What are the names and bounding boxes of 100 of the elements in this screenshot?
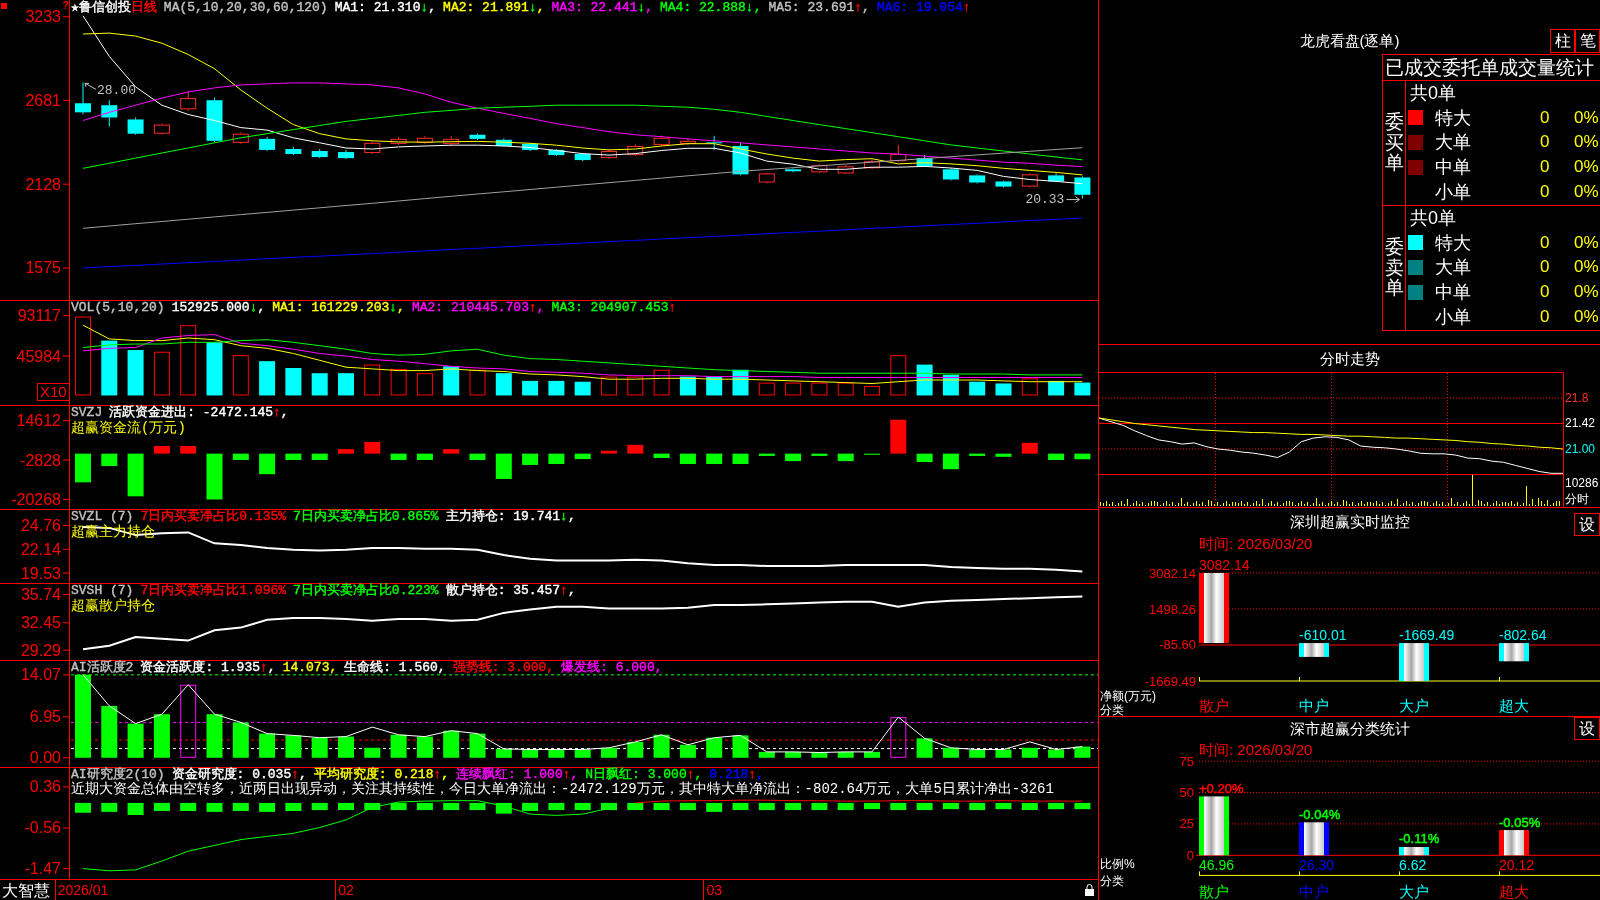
axis-label: 21.00 [1565, 442, 1596, 456]
annotation: 20.33 [1025, 192, 1065, 208]
low-price-label: 20.33 [1025, 192, 1080, 208]
axis-label: 21.8 [1565, 391, 1589, 405]
value-label: 3082.14 [1199, 557, 1250, 573]
axis-label: -0.56 [24, 819, 61, 837]
legend-text: MA1: 161229.203↓, [272, 301, 405, 315]
period-label: 日线 [130, 0, 157, 15]
value-label: -1669.49 [1399, 627, 1455, 644]
axis-label: -1.47 [24, 860, 61, 878]
legend-text: 资金研究度: 0.035↑, [171, 768, 307, 782]
legend-text: 资金活跃度: 1.935↑, [140, 661, 276, 675]
section-label: 委买单 [1384, 111, 1404, 175]
order-count: 0 [1540, 232, 1550, 253]
axis-label: 93117 [17, 307, 61, 325]
axis-label: 19.53 [20, 564, 61, 582]
order-count: 0 [1540, 157, 1550, 178]
order-size-label: 特大 [1435, 232, 1471, 253]
date-label: 02 [338, 882, 354, 898]
order-size-label: 小单 [1435, 306, 1471, 327]
order-size-label: 中单 [1435, 282, 1471, 303]
order-percent: 0% [1574, 132, 1599, 153]
axis-label: 75 [1179, 757, 1194, 769]
legend-text: 7日内买卖净占比1.096% [140, 584, 287, 598]
order-total: 共0单 [1410, 83, 1456, 104]
axis-label: 25 [1179, 816, 1194, 832]
axis-label: 3233 [25, 8, 61, 26]
category-label: 大户 [1399, 883, 1429, 900]
axis-label: 50 [1179, 785, 1194, 801]
order-percent: 0% [1574, 157, 1599, 178]
order-size-label: 中单 [1435, 157, 1471, 178]
axis-title: 净额(万元) [1100, 689, 1156, 703]
legend-text: 平均研究度: 0.218↑, [313, 768, 450, 782]
legend-text: 7日内买卖净占比0.223% [293, 584, 439, 598]
order-size-label: 小单 [1435, 181, 1471, 202]
legend-text: MA2: 210445.703↑, [411, 301, 545, 315]
legend-text: MA3: 22.441↓, [551, 1, 653, 15]
category-label: 中户 [1299, 696, 1329, 714]
order-size-label: 大单 [1435, 257, 1471, 278]
axis-title: 分类 [1100, 703, 1124, 716]
unit-label: X10 [37, 383, 70, 401]
panel-title: 深圳超赢实时监控 [1289, 513, 1410, 531]
axis-label: 10286 [1565, 476, 1599, 490]
date-label: 03 [706, 882, 722, 898]
panel-title: 深市超赢分类统计 [1289, 720, 1410, 738]
axis-label: 14.07 [20, 666, 61, 684]
legend-text: MA2: 21.891↓, [443, 1, 545, 15]
order-percent: 0% [1574, 306, 1599, 327]
legend-text: MA3: 204907.453↑ [551, 301, 677, 315]
value-label: 20.12 [1499, 857, 1535, 873]
value-label: 6.62 [1399, 857, 1427, 873]
value-label: -802.64 [1499, 627, 1547, 644]
order-count: 0 [1540, 181, 1550, 202]
value-label: 46.96 [1199, 857, 1235, 873]
category-label: 大户 [1399, 696, 1429, 714]
axis-label: -2828 [20, 451, 61, 469]
legend-text: SVSH (7) [71, 584, 134, 598]
legend-text: 活跃资金进出: -2472.145↑, [109, 406, 289, 420]
axis-label: 0 [1186, 847, 1194, 863]
axis-label: 1498.26 [1149, 601, 1196, 617]
order-count: 0 [1540, 306, 1550, 327]
axis-label: 1575 [25, 259, 61, 277]
legend-text: 主力持仓: 19.741↓, [445, 510, 576, 524]
order-percent: 0% [1574, 181, 1599, 202]
axis-label: 22.14 [20, 540, 61, 558]
order-count: 0 [1540, 257, 1550, 278]
order-size-label: 特大 [1435, 107, 1471, 128]
indicator-title: 超赢散户持仓 [71, 598, 155, 614]
legend-text: MA(5,10,20,30,60,120) [163, 1, 328, 15]
legend-text: VOL(5,10,20) [71, 301, 165, 315]
order-count: 0 [1540, 107, 1550, 128]
legend-text: AI活跃度2 [71, 661, 134, 675]
order-percent: 0% [1574, 107, 1599, 128]
section-label: 委卖单 [1384, 236, 1404, 300]
axis-label: -20268 [11, 490, 61, 508]
axis-label: 21.42 [1565, 416, 1596, 431]
security-name: ★鲁信创投 [71, 0, 131, 15]
axis-label: 45984 [16, 347, 61, 365]
axis-label: -85.60 [1159, 637, 1196, 653]
axis-label: 2128 [25, 175, 61, 193]
legend-text: 生命线: 1.560, [344, 661, 446, 675]
category-label: 散户 [1199, 883, 1229, 900]
legend-text: 散户持仓: 35.457↑, [445, 584, 576, 598]
category-label: 超大 [1499, 883, 1529, 900]
panel-title: 龙虎看盘(逐单) [1299, 32, 1400, 50]
axis-label: 6.95 [29, 708, 61, 726]
legend-text: MA6: 19.054↑ [876, 1, 971, 15]
legend-text: MA1: 21.310↓, [334, 1, 437, 15]
summary-text: 近期大资金总体由空转多，近两日出现异动，关注其持续性，今日大单净流出：-2472.129万元，其中特大单净流出：-802.64万元，大单5日累计净出-3261 [71, 782, 1054, 797]
value-label: -610.01 [1299, 627, 1347, 644]
order-total: 共0单 [1410, 208, 1456, 229]
order-count: 0 [1540, 132, 1550, 153]
axis-title: 比例% [1100, 857, 1135, 871]
legend-text: 14.073, [282, 661, 338, 675]
order-count: 0 [1540, 282, 1550, 303]
time-label: 时间: 2026/03/20 [1199, 742, 1313, 757]
legend-text: MA4: 22.888↓, [660, 1, 762, 15]
panel-title: 分时走势 [1319, 349, 1380, 368]
order-percent: 0% [1574, 232, 1599, 253]
legend-text: 7日内买卖净占比0.135% [140, 510, 287, 524]
